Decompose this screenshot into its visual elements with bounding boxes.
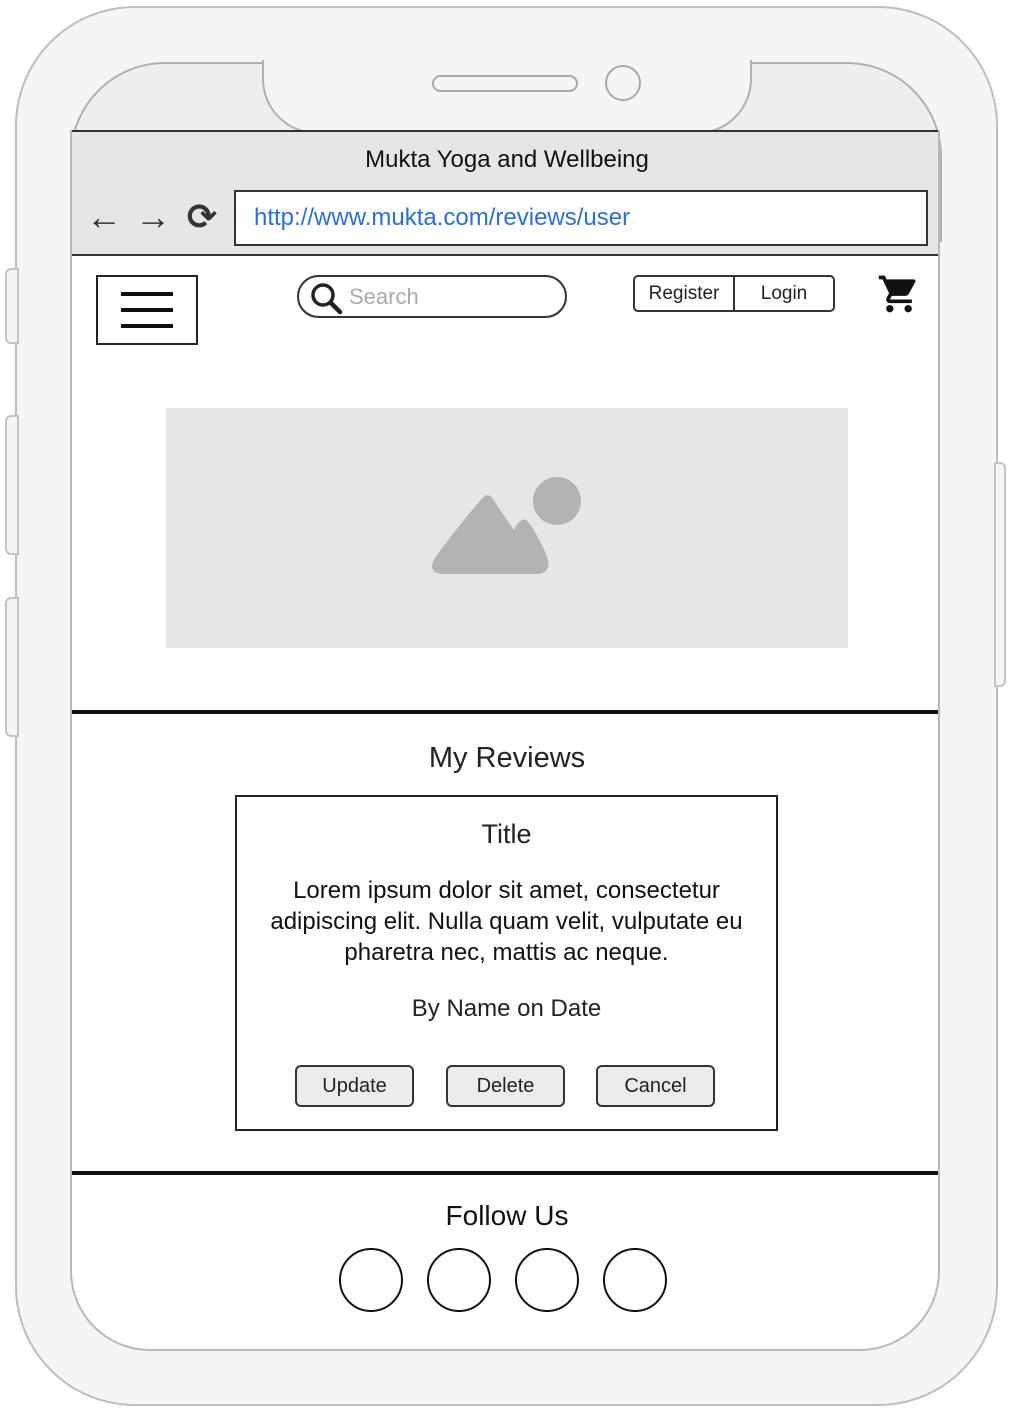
section-divider [72,710,938,714]
hamburger-menu-icon [121,324,173,328]
review-title: Title [481,819,532,849]
browser-bar: Mukta Yoga and Wellbeing ← → ⟳ http://ww… [72,130,938,256]
phone-volume-up-button [5,415,19,555]
search-input[interactable] [349,281,549,313]
register-button[interactable]: Register [635,277,733,310]
social-link-2[interactable] [427,1248,491,1312]
social-link-1[interactable] [339,1248,403,1312]
hamburger-menu-icon [121,292,173,296]
review-card: Title Lorem ipsum dolor sit amet, consec… [235,795,778,1131]
search-box[interactable] [297,275,567,318]
login-button[interactable]: Login [733,277,833,310]
image-placeholder-icon [432,477,581,574]
delete-button[interactable]: Delete [446,1065,565,1107]
cancel-button[interactable]: Cancel [596,1065,715,1107]
forward-arrow-icon[interactable]: → [133,196,173,238]
phone-mute-button [5,268,19,344]
back-arrow-icon[interactable]: ← [84,196,124,238]
address-bar[interactable]: http://www.mukta.com/reviews/user [234,190,928,246]
address-bar-url: http://www.mukta.com/reviews/user [254,204,631,231]
phone-screen: Mukta Yoga and Wellbeing ← → ⟳ http://ww… [70,130,940,1351]
phone-speaker [432,75,578,92]
reload-icon[interactable]: ⟳ [182,196,222,238]
phone-power-button [994,462,1006,687]
auth-button-group: Register Login [633,275,835,312]
hamburger-menu-button[interactable] [96,275,198,345]
shopping-cart-icon[interactable] [877,272,921,316]
reviews-heading: My Reviews [428,742,586,774]
hero-image-placeholder [166,408,848,648]
phone-notch [262,60,752,134]
update-button[interactable]: Update [295,1065,414,1107]
review-body: Lorem ipsum dolor sit amet, consectetur … [270,877,743,966]
review-byline: By Name on Date [411,995,602,1022]
phone-camera [605,65,641,101]
browser-page-title: Mukta Yoga and Wellbeing [365,146,649,173]
phone-volume-down-button [5,597,19,737]
hamburger-menu-icon [121,308,173,312]
social-link-4[interactable] [603,1248,667,1312]
section-divider [72,1171,938,1175]
search-icon [311,283,343,315]
follow-us-heading: Follow Us [445,1200,569,1231]
social-link-3[interactable] [515,1248,579,1312]
